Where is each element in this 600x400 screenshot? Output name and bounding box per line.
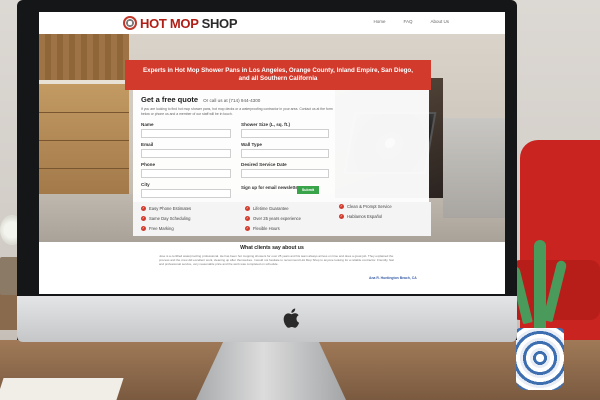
check-icon: ✓ [141, 216, 146, 221]
cactus-stem [534, 240, 546, 336]
feature-label: Hablamos Español [347, 214, 383, 219]
cactus-arm [542, 259, 568, 323]
email-input[interactable] [141, 149, 231, 158]
shower-size-input[interactable] [241, 129, 329, 138]
feature-item: ✓ Free Marking [141, 226, 174, 231]
feature-label: Flexible Hours [253, 226, 280, 231]
logo-text-shop: SHOP [201, 15, 238, 31]
check-icon: ✓ [339, 204, 344, 209]
feature-item: ✓ Lifetime Guarantee [245, 206, 289, 211]
feature-item: ✓ Over 25 years experience [245, 216, 301, 221]
service-date-input[interactable] [241, 169, 329, 178]
cabinet-seam [39, 168, 129, 169]
hero-section: Experts in Hot Mop Shower Pans in Los An… [39, 34, 505, 242]
check-icon: ✓ [339, 214, 344, 219]
nav-home[interactable]: Home [373, 19, 385, 24]
name-label: Name [141, 122, 154, 127]
feature-item: ✓ Hablamos Español [339, 214, 382, 219]
cabinet-seam [39, 112, 129, 113]
check-icon: ✓ [245, 216, 250, 221]
hero-headline-banner: Experts in Hot Mop Shower Pans in Los An… [125, 60, 431, 90]
nav-faq[interactable]: FAQ [403, 19, 412, 24]
site-logo[interactable]: HOT MOP SHOP [123, 15, 238, 31]
phone-input[interactable] [141, 169, 231, 178]
check-icon: ✓ [245, 226, 250, 231]
wall-type-label: Wall Type [241, 142, 262, 147]
hero-headline: Experts in Hot Mop Shower Pans in Los An… [143, 67, 413, 82]
bathtub-image [443, 118, 505, 218]
feature-label: Clean & Prompt Service [347, 204, 392, 209]
top-navigation: Home FAQ About Us [373, 19, 449, 24]
cactus-plant [509, 240, 570, 390]
check-icon: ✓ [141, 206, 146, 211]
feature-label: Over 25 years experience [253, 216, 301, 221]
testimonial-text: Jose is a certified waterproofing profes… [159, 254, 394, 267]
monitor-chin [17, 296, 517, 342]
quote-description: If you are looking to find hot mop showe… [141, 107, 333, 116]
city-input[interactable] [141, 189, 231, 198]
email-label: Email [141, 142, 154, 147]
feature-label: Same Day Scheduling [149, 216, 191, 221]
cactus-pot [516, 328, 564, 390]
quote-form: Get a free quote Or call us at (714) 944… [133, 90, 429, 202]
feature-item: ✓ Clean & Prompt Service [339, 204, 392, 209]
testimonials-title: What clients say about us [240, 245, 304, 251]
logo-mop-icon [123, 16, 137, 30]
feature-label: Free Marking [149, 226, 174, 231]
nav-about-us[interactable]: About Us [430, 19, 449, 24]
service-date-label: Desired Service Date [241, 162, 287, 167]
wall-type-input[interactable] [241, 149, 329, 158]
features-list: ✓ Easy Phone Estimates ✓ Lifetime Guarante… [133, 202, 431, 236]
check-icon: ✓ [245, 206, 250, 211]
feature-label: Lifetime Guarantee [253, 206, 289, 211]
quote-form-header: Get a free quote Or call us at (714) 944… [141, 95, 260, 104]
newsletter-signup-label[interactable]: Sign up for email newsletter [241, 185, 301, 190]
cabinet-seam [39, 140, 129, 141]
quote-title: Get a free quote [141, 95, 199, 104]
feature-item: ✓ Flexible Hours [245, 226, 280, 231]
paper-sheet [0, 378, 124, 400]
testimonials-section: What clients say about us Jose is a cert… [39, 242, 505, 294]
wood-cabinets [39, 84, 129, 194]
name-input[interactable] [141, 129, 231, 138]
check-icon: ✓ [141, 226, 146, 231]
website-screen: HOT MOP SHOP Home FAQ About Us Experts i… [39, 12, 505, 294]
quote-phone[interactable]: Or call us at (714) 944-4300 [203, 98, 260, 103]
feature-item: ✓ Easy Phone Estimates [141, 206, 191, 211]
feature-label: Easy Phone Estimates [149, 206, 192, 211]
logo-text-hot: HOT MOP [140, 15, 199, 31]
feature-item: ✓ Same Day Scheduling [141, 216, 190, 221]
wood-wall-panel [39, 34, 129, 84]
phone-label: Phone [141, 162, 156, 167]
shower-size-label: Shower Size (L, sq. ft.) [241, 122, 291, 127]
city-label: City [141, 182, 150, 187]
submit-button[interactable]: Submit [297, 186, 319, 194]
site-header: HOT MOP SHOP Home FAQ About Us [39, 12, 505, 34]
apple-logo-icon [283, 308, 300, 328]
testimonial-author: Ana R. Huntington Beach, CA [369, 276, 417, 280]
